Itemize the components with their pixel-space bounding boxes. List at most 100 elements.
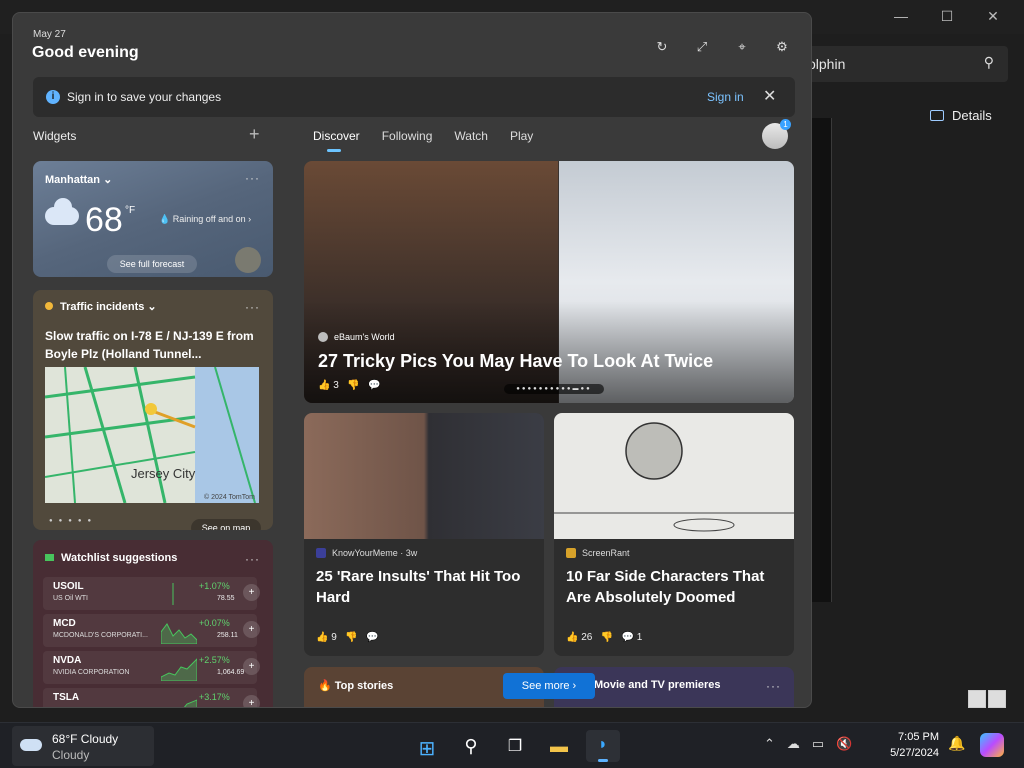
file-explorer-button[interactable]: ▬ — [542, 730, 576, 762]
comment-icon[interactable]: 💬 — [368, 380, 380, 391]
article-title[interactable]: 10 Far Side Characters That Are Absolute… — [566, 566, 786, 608]
sparkline — [161, 623, 197, 644]
see-forecast-button[interactable]: See full forecast — [107, 255, 197, 273]
gear-icon[interactable]: ⚙ — [773, 39, 791, 57]
see-on-map-button[interactable]: See on map — [191, 519, 261, 530]
close-icon[interactable]: ✕ — [763, 86, 776, 106]
stock-row[interactable]: TSLA +3.17% + — [43, 688, 260, 707]
notification-badge: 1 — [780, 119, 791, 130]
hero-title[interactable]: 27 Tricky Pics You May Have To Look At T… — [318, 351, 713, 372]
copilot-icon[interactable] — [980, 733, 1004, 757]
signin-link[interactable]: Sign in — [707, 90, 744, 104]
stock-name: MCDONALD'S CORPORATI... — [53, 632, 148, 639]
stock-row[interactable]: USOIL US Oil WTI +1.07% 78.55 + — [43, 577, 260, 610]
like-icon[interactable]: 👍 — [566, 632, 578, 643]
hero-article-card[interactable]: eBaum's World 27 Tricky Pics You May Hav… — [304, 161, 794, 403]
network-icon[interactable]: ☁ — [787, 736, 800, 752]
weather-condition[interactable]: 💧 Raining off and on › — [159, 214, 251, 225]
details-button[interactable]: Details — [930, 108, 992, 123]
notification-icon[interactable]: 🔔 — [948, 735, 965, 752]
icon-view-icon[interactable] — [988, 690, 1006, 708]
minimize-button[interactable]: — — [878, 4, 924, 28]
traffic-headline[interactable]: Slow traffic on I-78 E / NJ-139 E from B… — [45, 327, 265, 363]
weather-condition: Cloudy — [52, 748, 90, 762]
dislike-icon[interactable]: 👎 — [601, 632, 613, 643]
maximize-button[interactable]: ☐ — [924, 4, 970, 28]
search-field[interactable]: olphin ⚲ — [796, 46, 1008, 82]
dislike-icon[interactable]: 👎 — [347, 380, 359, 391]
add-widget-icon[interactable]: + — [249, 124, 260, 145]
list-view-icon[interactable] — [968, 690, 986, 708]
folder-icon: ▬ — [550, 736, 568, 756]
avatar[interactable]: 1 — [762, 119, 791, 149]
more-options-icon[interactable]: ··· — [766, 679, 781, 693]
greeting: Good evening — [32, 44, 139, 61]
carousel-dots[interactable]: ●●●●●●●●●●▬●● — [504, 384, 604, 394]
display-icon[interactable]: ▭ — [812, 736, 824, 752]
add-stock-button[interactable]: + — [243, 621, 260, 638]
stock-change: +2.57% — [199, 655, 230, 665]
expand-icon[interactable]: ⤢ — [693, 39, 711, 57]
weather-widget[interactable]: Manhattan ⌄ ··· 68 °F 💧 Raining off and … — [33, 161, 273, 277]
more-options-icon[interactable]: ··· — [245, 552, 260, 566]
search-icon[interactable]: ⚲ — [984, 54, 994, 71]
tab-following[interactable]: Following — [382, 129, 433, 143]
search-icon: ⚲ — [464, 736, 478, 756]
traffic-icon — [45, 302, 53, 310]
radar-map-thumbnail[interactable] — [235, 247, 261, 273]
stock-symbol: USOIL — [53, 581, 84, 592]
premieres-title: Movie and TV premieres — [594, 679, 721, 691]
search-button[interactable]: ⚲ — [454, 730, 488, 762]
view-mode-buttons[interactable] — [968, 690, 1012, 710]
taskbar-weather[interactable]: 68°F Cloudy Cloudy — [12, 726, 154, 766]
article-source: ScreenRant — [566, 548, 630, 558]
refresh-icon[interactable]: ↻ — [653, 39, 671, 57]
tab-watch[interactable]: Watch — [454, 129, 488, 143]
add-stock-button[interactable]: + — [243, 658, 260, 675]
watchlist-title: Watchlist suggestions — [45, 552, 177, 564]
tab-play[interactable]: Play — [510, 129, 533, 143]
add-stock-button[interactable]: + — [243, 584, 260, 601]
like-icon[interactable]: 👍 — [316, 632, 328, 643]
traffic-map[interactable]: Jersey City © 2024 TomTom — [45, 367, 259, 503]
comment-icon[interactable]: 💬 — [366, 632, 378, 643]
article-card[interactable]: KnowYourMeme · 3w 25 'Rare Insults' That… — [304, 413, 544, 656]
more-options-icon[interactable]: ··· — [245, 171, 260, 185]
add-stock-button[interactable]: + — [243, 695, 260, 707]
task-view-button[interactable]: ❐ — [498, 730, 532, 762]
speaker-muted-icon[interactable]: 🔇 — [836, 736, 852, 752]
stock-symbol: TSLA — [53, 692, 80, 703]
like-count: 26 — [581, 632, 593, 643]
tab-discover[interactable]: Discover — [313, 129, 360, 152]
more-options-icon[interactable]: ··· — [245, 300, 260, 314]
weather-location[interactable]: Manhattan ⌄ — [45, 173, 112, 186]
article-card[interactable]: ScreenRant 10 Far Side Characters That A… — [554, 413, 794, 656]
top-stories-title: 🔥 Top stories — [318, 680, 394, 692]
article-actions: 👍 3 👎 💬 — [318, 380, 380, 391]
map-copyright: © 2024 TomTom — [204, 494, 255, 501]
traffic-title: Traffic incidents ⌄ — [45, 300, 157, 313]
chevron-down-icon: ⌄ — [103, 174, 113, 186]
article-actions: 👍 9 👎 💬 — [316, 632, 378, 643]
like-icon[interactable]: 👍 — [318, 380, 330, 391]
map-city-label: Jersey City — [131, 466, 196, 481]
sparkline — [183, 699, 197, 707]
dislike-icon[interactable]: 👎 — [345, 632, 357, 643]
dolphin-button[interactable]: ◗ — [586, 730, 620, 762]
pager-dots[interactable]: ●●●●● — [49, 518, 97, 524]
traffic-widget[interactable]: Traffic incidents ⌄ ··· Slow traffic on … — [33, 290, 273, 530]
stock-price: 258.11 — [217, 632, 238, 639]
article-title[interactable]: 25 'Rare Insults' That Hit Too Hard — [316, 566, 536, 608]
start-button[interactable]: ⊞ — [410, 730, 444, 762]
feed-tabs: Discover Following Watch Play — [313, 129, 555, 152]
article-actions: 👍 26 👎 💬 1 — [566, 632, 642, 643]
pin-icon[interactable]: ⌖ — [733, 39, 751, 57]
clock[interactable]: 7:05 PM 5/27/2024 — [883, 729, 939, 761]
watchlist-widget[interactable]: Watchlist suggestions ··· USOIL US Oil W… — [33, 540, 273, 707]
see-more-button[interactable]: See more › — [503, 673, 595, 699]
close-window-button[interactable]: ✕ — [970, 4, 1016, 28]
comment-icon[interactable]: 💬 — [622, 632, 634, 643]
stock-row[interactable]: MCD MCDONALD'S CORPORATI... +0.07% 258.1… — [43, 614, 260, 647]
chevron-up-icon[interactable]: ⌃ — [764, 736, 775, 752]
stock-row[interactable]: NVDA NVIDIA CORPORATION +2.57% 1,064.69 … — [43, 651, 260, 684]
